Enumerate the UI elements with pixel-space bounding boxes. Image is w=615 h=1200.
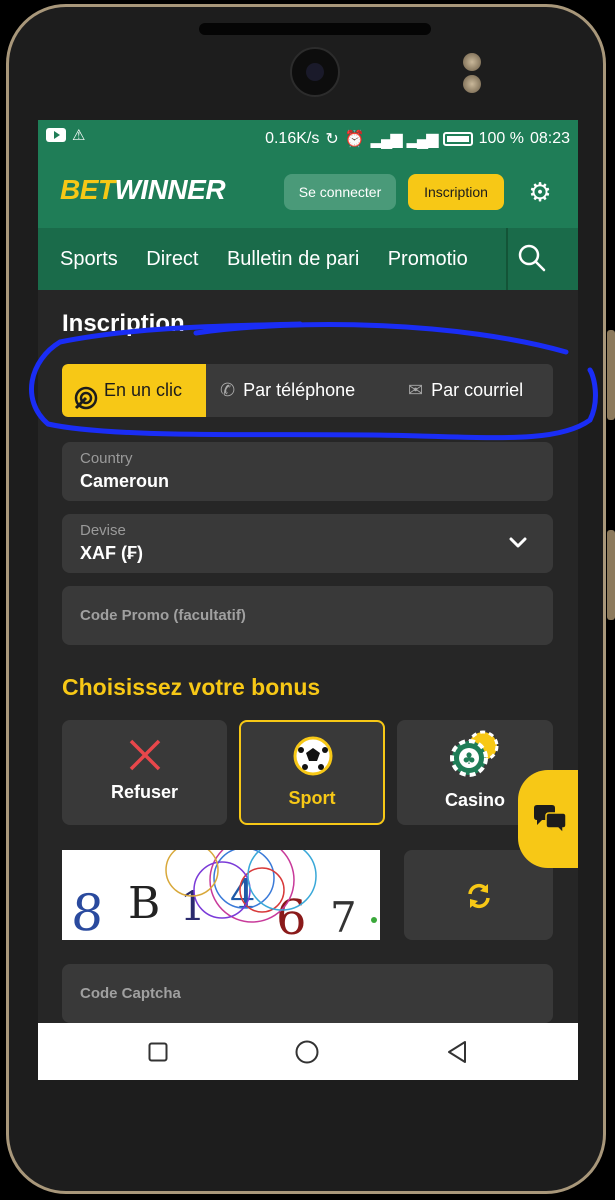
tab-phone[interactable]: ✆ Par téléphone	[220, 364, 355, 417]
nav-item-bulletin[interactable]: Bulletin de pari	[227, 228, 359, 290]
home-icon[interactable]	[295, 1040, 319, 1064]
logo-bet: BET	[60, 174, 115, 205]
net-speed: 0.16K/s	[265, 130, 320, 147]
bonus-sport[interactable]: Sport	[239, 720, 385, 825]
envelope-icon: ✉	[408, 380, 424, 400]
promo-code-input[interactable]: Code Promo (facultatif)	[62, 586, 553, 645]
currency-value: XAF (₣)	[80, 543, 143, 563]
nav-item-direct[interactable]: Direct	[146, 228, 198, 290]
clock: 08:23	[529, 130, 570, 147]
sync-icon: ↻	[325, 131, 339, 148]
tab-phone-label: Par téléphone	[243, 380, 356, 400]
youtube-icon	[46, 128, 66, 142]
login-button[interactable]: Se connecter	[284, 174, 396, 210]
chat-icon	[534, 805, 567, 834]
alarm-icon: ⏰	[344, 131, 365, 148]
close-icon	[129, 739, 161, 771]
chevron-down-icon	[509, 537, 527, 548]
nav-divider	[506, 228, 508, 290]
captcha-image: 8 B 1 4 6 7	[62, 850, 380, 940]
country-value: Cameroun	[80, 471, 170, 491]
battery-percent: 100 %	[478, 130, 524, 147]
back-icon[interactable]	[446, 1040, 468, 1064]
currency-select[interactable]: Devise XAF (₣)	[62, 514, 553, 573]
tab-one-click[interactable]: En un clic	[62, 364, 206, 417]
register-button[interactable]: Inscription	[408, 174, 504, 210]
svg-text:1: 1	[180, 884, 205, 930]
earpiece-speaker	[199, 23, 431, 35]
svg-text:7: 7	[330, 893, 357, 940]
signal-icon: ▂▄▆	[370, 131, 403, 148]
front-camera	[290, 47, 340, 97]
recents-icon[interactable]	[148, 1042, 168, 1062]
svg-text:6: 6	[276, 890, 307, 940]
promo-placeholder: Code Promo (facultatif)	[80, 607, 246, 624]
screen: ⚠ 0.16K/s ↻ ⏰ ▂▄▆ ▂▄▆ 100 % 08:23 BETWIN…	[38, 120, 578, 1080]
bonus-refuse-label: Refuser	[110, 782, 179, 802]
nav-item-promotions[interactable]: Promotio	[388, 228, 468, 290]
sensor-dot	[463, 53, 481, 71]
volume-button	[607, 330, 615, 420]
country-label: Country	[80, 450, 133, 467]
bonus-refuse[interactable]: Refuser	[62, 720, 227, 825]
bonus-sport-label: Sport	[288, 788, 336, 808]
captcha-refresh-button[interactable]	[404, 850, 553, 940]
casino-chip-icon: ♣	[450, 730, 499, 777]
power-button	[607, 530, 615, 620]
svg-text:8: 8	[70, 884, 106, 940]
battery-icon	[442, 132, 473, 146]
page-title: Inscription	[62, 310, 185, 337]
svg-text:B: B	[128, 878, 160, 929]
captcha-placeholder: Code Captcha	[80, 985, 181, 1002]
gear-icon[interactable]: ⚙	[526, 178, 554, 206]
target-icon	[74, 378, 98, 410]
country-field[interactable]: Country Cameroun	[62, 442, 553, 501]
captcha-input[interactable]: Code Captcha	[62, 964, 553, 1023]
warning-icon: ⚠	[72, 127, 86, 144]
betwinner-logo[interactable]: BETWINNER	[60, 174, 226, 206]
main-nav: Sports Direct Bulletin de pari Promotio	[38, 228, 578, 290]
chat-button[interactable]	[518, 770, 578, 868]
svg-text:♣: ♣	[462, 749, 476, 768]
currency-label: Devise	[80, 522, 126, 539]
tab-one-click-label: En un clic	[104, 380, 183, 400]
soccer-ball-icon	[293, 736, 333, 776]
nav-item-sports[interactable]: Sports	[60, 228, 118, 290]
registration-tabs: En un clic ✆ Par téléphone ✉ Par courriel	[62, 364, 553, 417]
bonus-title: Choisissez votre bonus	[62, 674, 321, 700]
status-bar: ⚠ 0.16K/s ↻ ⏰ ▂▄▆ ▂▄▆ 100 % 08:23	[38, 120, 578, 156]
refresh-icon	[468, 883, 490, 909]
sensor-dot	[463, 75, 481, 93]
tab-email-label: Par courriel	[431, 380, 524, 400]
search-icon[interactable]	[516, 242, 548, 274]
logo-winner: WINNER	[114, 174, 226, 205]
system-navigation-bar	[38, 1023, 578, 1080]
phone-icon: ✆	[220, 380, 236, 400]
app-header: BETWINNER Se connecter Inscription ⚙	[38, 156, 578, 228]
signal2-icon: ▂▄▆	[406, 131, 439, 148]
tab-email[interactable]: ✉ Par courriel	[408, 364, 523, 417]
